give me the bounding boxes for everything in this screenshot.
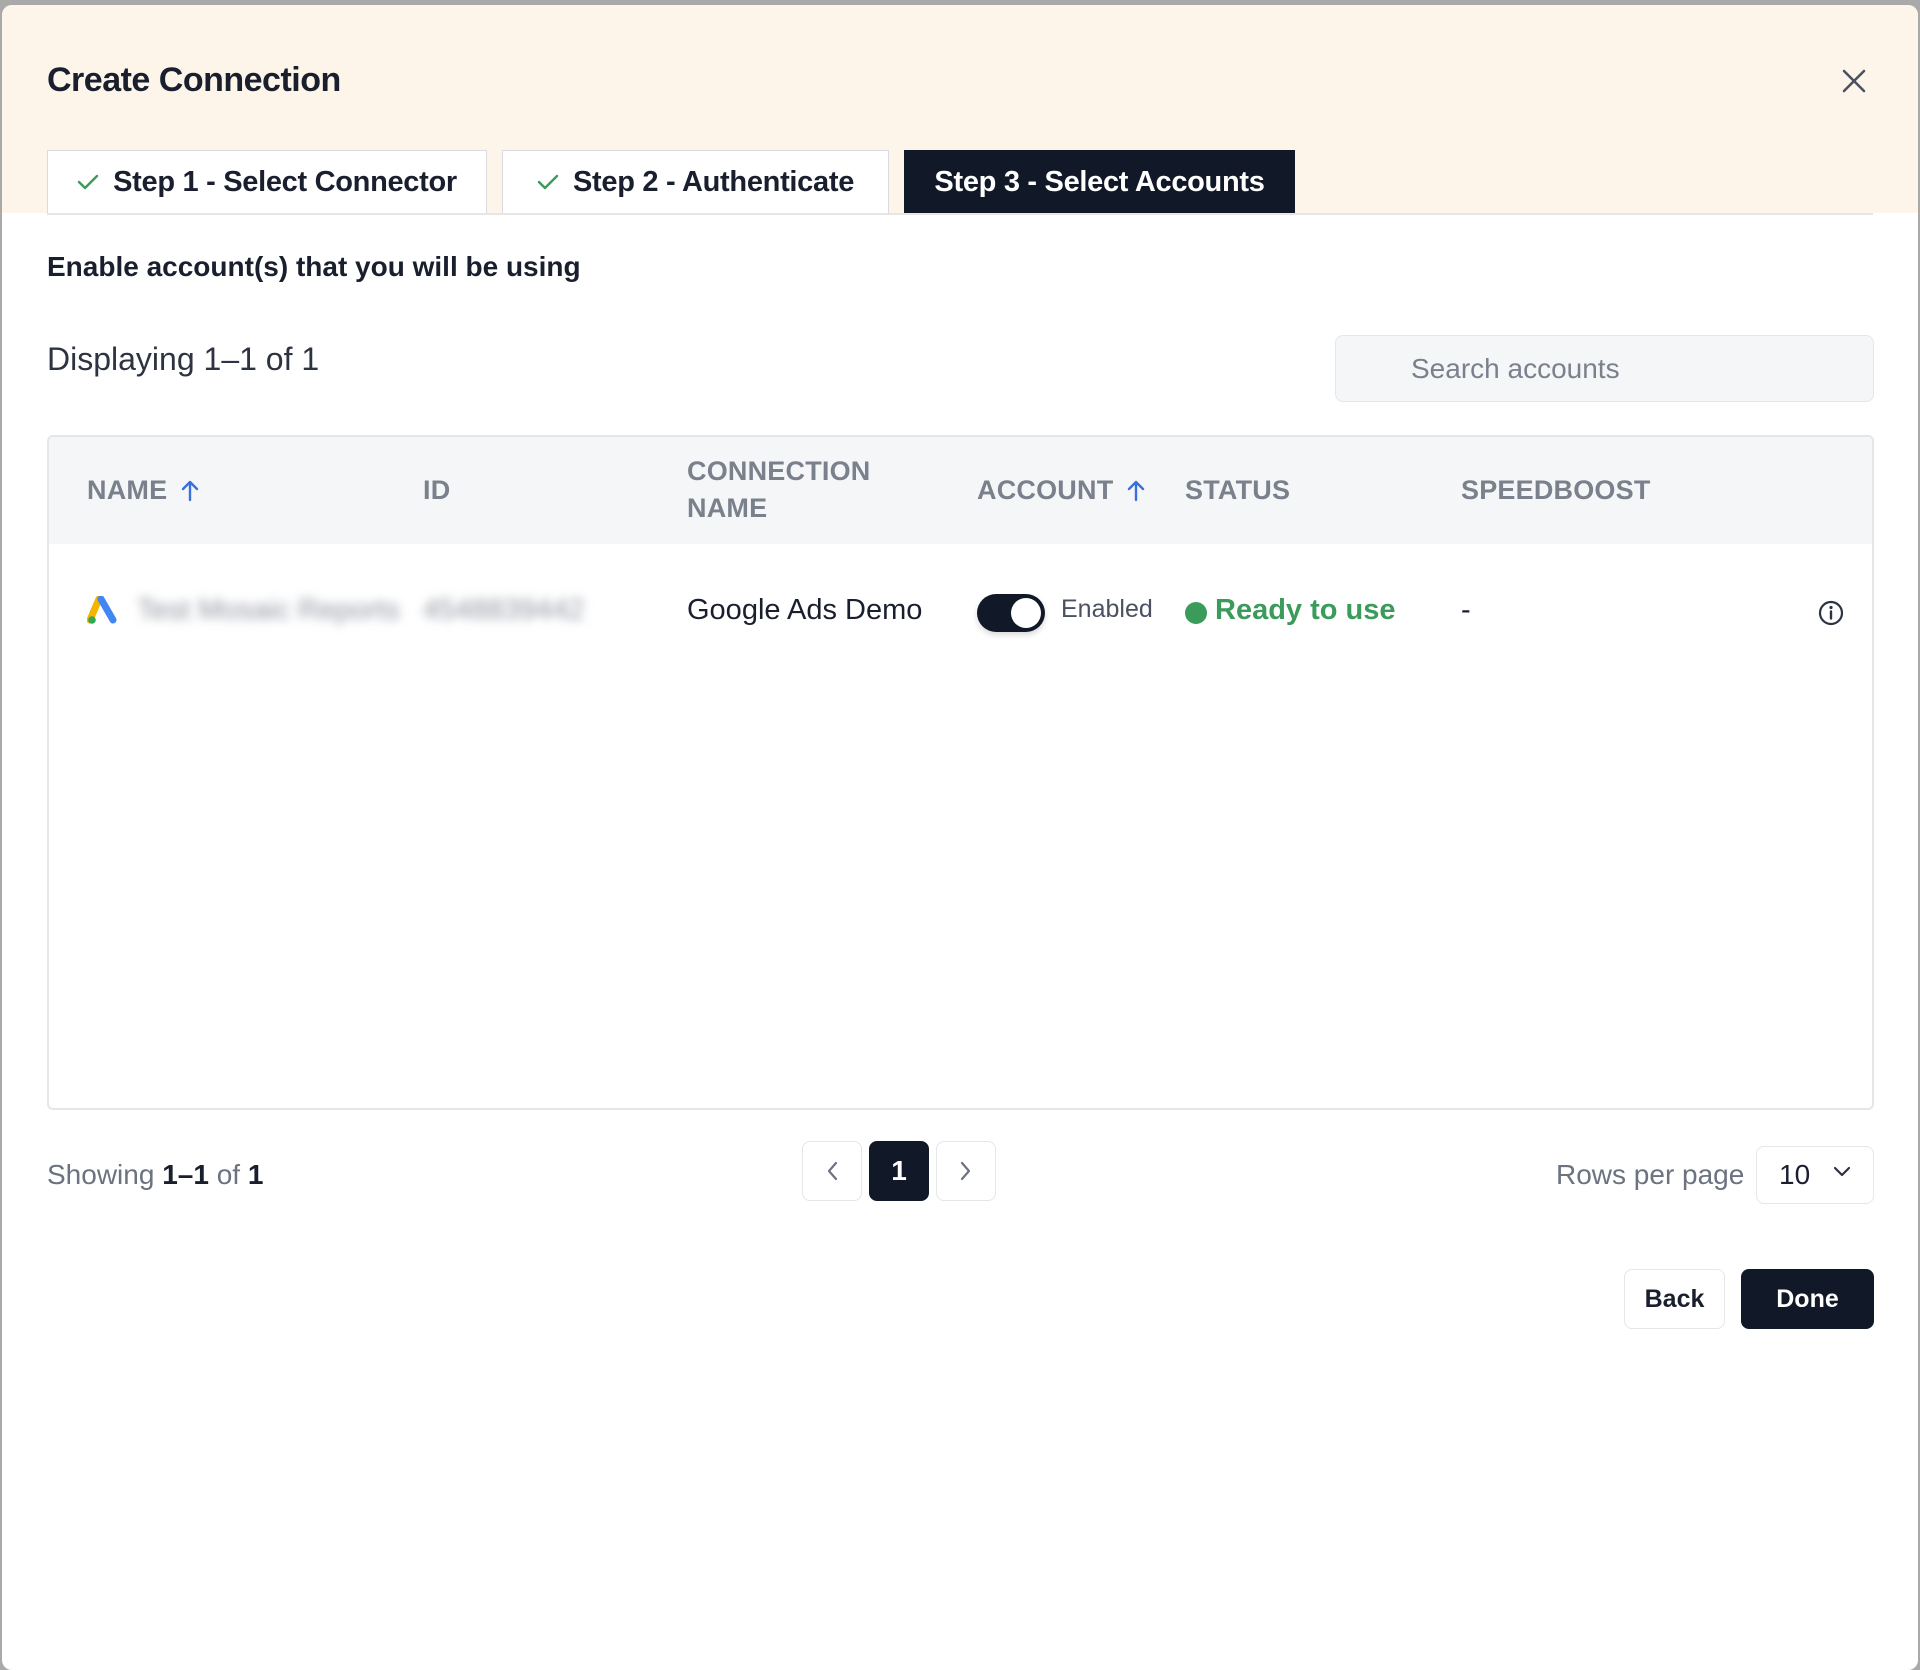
- dialog-header: Create Connection Step 1 - Select Connec…: [2, 5, 1918, 213]
- tabs-divider: [47, 213, 1873, 215]
- tab-step-2[interactable]: Step 2 - Authenticate: [502, 150, 889, 213]
- column-header-speedboost: SPEEDBOOST: [1461, 472, 1651, 509]
- chevron-left-icon: [827, 1161, 838, 1181]
- table-row: Test Mosaic Reports 4548839442 Google Ad…: [49, 544, 1872, 679]
- close-icon: [1842, 69, 1866, 93]
- showing-total: 1: [247, 1159, 264, 1190]
- google-ads-logo-icon: [86, 595, 119, 634]
- close-button[interactable]: [1834, 61, 1874, 101]
- column-header-label: NAME: [87, 475, 168, 505]
- previous-page-button[interactable]: [802, 1141, 862, 1201]
- rows-per-page-label: Rows per page: [1556, 1159, 1745, 1190]
- account-id: 4548839442: [423, 594, 585, 626]
- showing-of: of: [216, 1159, 241, 1190]
- accounts-table: NAME ID CONNECTION NAME ACCOUNT STATUS S…: [47, 435, 1874, 1110]
- showing-range: 1–1: [162, 1159, 209, 1190]
- status-badge: Ready to use: [1215, 594, 1396, 626]
- search-accounts-input[interactable]: [1335, 335, 1874, 402]
- sort-asc-icon[interactable]: [1127, 480, 1145, 502]
- showing-summary: Showing 1–1 of 1: [47, 1159, 263, 1191]
- sort-asc-icon[interactable]: [181, 480, 199, 502]
- column-header-label: NAME: [687, 493, 768, 523]
- column-header-label: SPEEDBOOST: [1461, 475, 1651, 505]
- column-header-label: ACCOUNT: [977, 475, 1114, 505]
- check-icon: [537, 173, 559, 191]
- tab-label: Step 3 - Select Accounts: [934, 165, 1265, 198]
- tab-label: Step 2 - Authenticate: [572, 165, 855, 198]
- rows-per-page-select[interactable]: 10: [1756, 1146, 1874, 1204]
- back-button[interactable]: Back: [1624, 1269, 1725, 1329]
- step-tabs: Step 1 - Select Connector Step 2 - Authe…: [47, 150, 1310, 213]
- done-button[interactable]: Done: [1741, 1269, 1874, 1329]
- column-header-name[interactable]: NAME: [87, 472, 199, 509]
- tab-label: Step 1 - Select Connector: [113, 165, 457, 198]
- connection-name: Google Ads Demo: [687, 594, 923, 626]
- info-icon[interactable]: [1817, 599, 1845, 632]
- toggle-knob: [1011, 598, 1041, 628]
- account-name: Test Mosaic Reports: [137, 594, 400, 626]
- tab-step-3[interactable]: Step 3 - Select Accounts: [904, 150, 1295, 213]
- displaying-count: Displaying 1–1 of 1: [47, 341, 320, 377]
- column-header-account[interactable]: ACCOUNT: [977, 472, 1145, 509]
- table-header: NAME ID CONNECTION NAME ACCOUNT STATUS S…: [49, 437, 1872, 544]
- column-header-label: STATUS: [1185, 475, 1291, 505]
- create-connection-dialog: Create Connection Step 1 - Select Connec…: [2, 5, 1918, 1670]
- column-header-id: ID: [423, 472, 450, 509]
- check-icon: [77, 173, 99, 191]
- toggle-label: Enabled: [1061, 595, 1153, 623]
- next-page-button[interactable]: [936, 1141, 996, 1201]
- showing-prefix: Showing: [47, 1159, 155, 1190]
- chevron-down-icon: [1833, 1166, 1851, 1177]
- speedboost-value: -: [1461, 594, 1471, 626]
- account-enabled-toggle[interactable]: [977, 594, 1045, 632]
- chevron-right-icon: [960, 1161, 971, 1181]
- column-header-label: ID: [423, 475, 451, 505]
- column-header-connection-name: CONNECTION NAME: [687, 453, 871, 527]
- rows-per-page-value: 10: [1779, 1159, 1811, 1190]
- tab-step-1[interactable]: Step 1 - Select Connector: [47, 150, 487, 213]
- column-header-label: CONNECTION: [687, 456, 871, 486]
- dialog-title: Create Connection: [47, 61, 341, 99]
- page-button-1[interactable]: 1: [869, 1141, 929, 1201]
- status-dot-icon: [1185, 602, 1207, 624]
- column-header-status: STATUS: [1185, 472, 1290, 509]
- instructions-text: Enable account(s) that you will be using: [47, 251, 581, 282]
